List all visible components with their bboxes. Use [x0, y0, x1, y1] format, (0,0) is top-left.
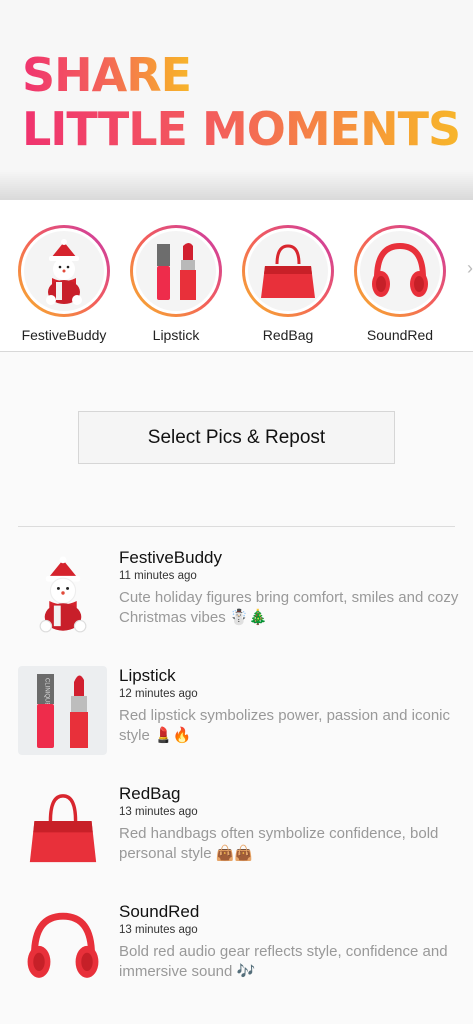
post-item[interactable]: FestiveBuddy 11 minutes ago Cute holiday… [0, 548, 473, 648]
post-timestamp: 11 minutes ago [119, 570, 197, 582]
snowman-plush-icon [18, 548, 107, 637]
post-timestamp: 12 minutes ago [119, 688, 198, 700]
post-description: Bold red audio gear reflects style, conf… [119, 943, 448, 980]
story-ring [242, 225, 334, 317]
lipstick-brand-label: CLINIQUE [44, 678, 50, 706]
story-ring [18, 225, 110, 317]
post-item[interactable]: RedBag 13 minutes ago Red handbags often… [0, 784, 473, 884]
story-ring [354, 225, 446, 317]
post-title: FestiveBuddy [119, 548, 222, 567]
post-timestamp: 13 minutes ago [119, 924, 198, 936]
post-item[interactable]: CLINIQUE Lipstick 12 minutes ago Red lip… [0, 666, 473, 766]
headphones-icon [360, 231, 440, 311]
post-timestamp: 13 minutes ago [119, 806, 198, 818]
post-description: Red handbags often symbolize confidence,… [119, 825, 439, 862]
divider [18, 526, 455, 527]
story-lipstick[interactable]: Lipstick [120, 225, 232, 343]
headline-line-2: LITTLE MOMENTS [22, 102, 461, 156]
post-description: Red lipstick symbolizes power, passion a… [119, 707, 450, 744]
post-title: RedBag [119, 784, 181, 803]
post-title: SoundRed [119, 902, 200, 921]
post-description: Cute holiday figures bring comfort, smil… [119, 589, 459, 626]
story-soundred[interactable]: SoundRed [344, 225, 456, 343]
story-label: RedBag [262, 327, 314, 343]
lipstick-icon [136, 231, 216, 311]
story-label: FestiveBuddy [21, 327, 107, 343]
handbag-icon [248, 231, 328, 311]
story-label: SoundRed [366, 327, 434, 343]
handbag-icon [18, 784, 107, 873]
lipstick-icon: CLINIQUE [18, 666, 107, 755]
story-ring [130, 225, 222, 317]
select-pics-repost-button[interactable]: Select Pics & Repost [78, 411, 395, 464]
post-title: Lipstick [119, 666, 176, 685]
chevron-right-icon[interactable]: › [467, 258, 473, 279]
hero-banner: SHARE LITTLE MOMENTS [0, 0, 473, 200]
story-label: Lipstick [152, 327, 200, 343]
stories-row: FestiveBuddy Lipstick RedBag SoundRed › [0, 200, 473, 352]
headline-line-1: SHARE [22, 48, 192, 102]
headphones-icon [18, 902, 107, 991]
story-festivebuddy[interactable]: FestiveBuddy [8, 225, 120, 343]
snowman-plush-icon [24, 231, 104, 311]
story-redbag[interactable]: RedBag [232, 225, 344, 343]
post-item[interactable]: SoundRed 13 minutes ago Bold red audio g… [0, 902, 473, 1002]
